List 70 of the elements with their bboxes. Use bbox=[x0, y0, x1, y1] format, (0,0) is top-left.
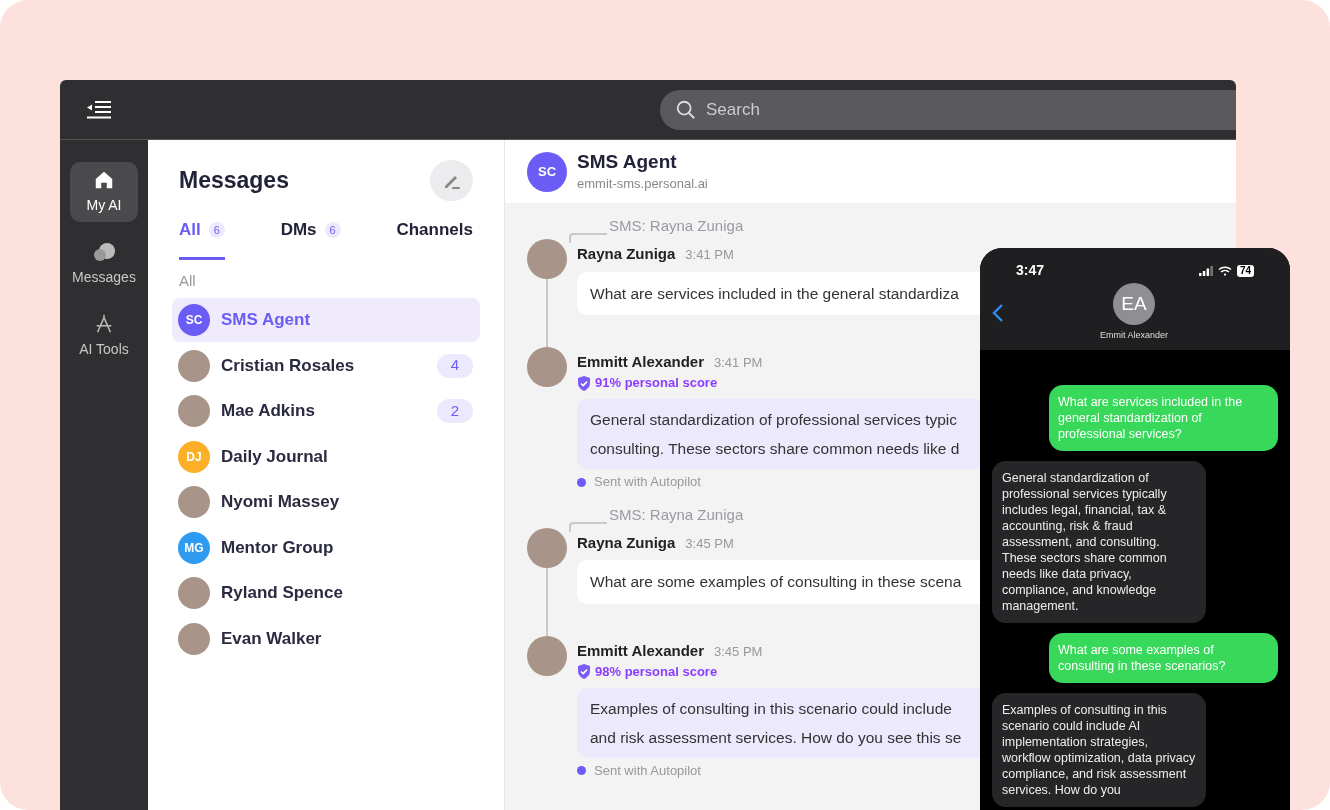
thread-connector bbox=[569, 521, 607, 532]
conversation-item[interactable]: Nyomi Massey bbox=[172, 480, 480, 524]
search-icon bbox=[675, 98, 697, 121]
avatar-placeholder bbox=[178, 486, 210, 518]
contact-name: Emmit Alexander bbox=[1100, 329, 1169, 342]
thread-label: SMS: Rayna Zuniga bbox=[609, 218, 744, 233]
message-time: 3:41 PM bbox=[685, 246, 734, 264]
message-time: 3:41 PM bbox=[714, 353, 763, 372]
avatar-placeholder bbox=[178, 577, 210, 609]
rail-item[interactable]: AI Tools bbox=[70, 306, 138, 366]
conversation-item[interactable]: MG Mentor Group bbox=[172, 525, 480, 570]
received-bubble: Examples of consulting in this scenario could include AI implementation strategies, workflow optimization, data privacy compliance, and risk assessment services. How do you bbox=[992, 693, 1206, 807]
conversation-item[interactable]: Evan Walker bbox=[172, 616, 480, 661]
wifi-icon bbox=[1217, 265, 1232, 276]
received-bubble: General standardization of professional services typically includes legal, financial, tax & accounting, risk & fraud assessment, and consulting. These sectors share common needs like data privacy, compliance, and knowledge management. bbox=[992, 461, 1206, 623]
avatar-placeholder bbox=[178, 622, 210, 655]
shield-check-icon bbox=[577, 375, 591, 391]
initials-avatar: MG bbox=[178, 531, 210, 564]
tab[interactable]: Channels bbox=[396, 217, 473, 260]
sender-name: Rayna Zuniga bbox=[577, 244, 676, 264]
conversation-item[interactable]: Mae Adkins 2 bbox=[172, 389, 480, 433]
sent-status: Sent with Autopilot bbox=[594, 762, 701, 780]
avatar-placeholder bbox=[527, 239, 567, 279]
unread-badge: 2 bbox=[437, 399, 473, 423]
avatar-placeholder bbox=[527, 527, 567, 568]
collapse-menu-button[interactable] bbox=[86, 98, 112, 121]
compose-button[interactable] bbox=[430, 160, 473, 201]
chat-subtitle: emmit-sms.personal.ai bbox=[577, 174, 708, 193]
avatar-placeholder bbox=[527, 346, 567, 387]
status-time: 3:47 bbox=[1016, 261, 1045, 280]
sent-bubble: What are services included in the general standardization of professional services? bbox=[1049, 385, 1278, 451]
avatar-placeholder bbox=[178, 395, 210, 427]
sender-name: Emmitt Alexander bbox=[577, 640, 704, 661]
count-badge: 6 bbox=[208, 221, 225, 238]
signal-icon bbox=[1198, 265, 1213, 276]
thread-connector bbox=[569, 233, 607, 243]
conversation-item[interactable]: Cristian Rosales 4 bbox=[172, 343, 480, 388]
avatar-placeholder bbox=[178, 349, 210, 382]
back-chevron-icon[interactable] bbox=[992, 302, 1004, 323]
chat-title: SMS Agent bbox=[577, 149, 678, 174]
count-badge: 6 bbox=[324, 221, 341, 238]
tab[interactable]: DMs 6 bbox=[280, 217, 341, 260]
rail-item[interactable]: Messages bbox=[70, 234, 138, 294]
chat-bubbles-icon bbox=[92, 240, 116, 263]
search-field[interactable]: Search bbox=[660, 89, 1236, 130]
initials-avatar: SC bbox=[178, 304, 210, 336]
initials-avatar: DJ bbox=[178, 440, 210, 473]
sender-name: Rayna Zuniga bbox=[577, 532, 676, 553]
section-label: All bbox=[178, 270, 197, 291]
conversation-item[interactable]: SC SMS Agent bbox=[172, 298, 480, 342]
panel-title: Messages bbox=[179, 166, 289, 196]
initials-avatar: SC bbox=[527, 151, 567, 192]
battery-level: 74 bbox=[1236, 264, 1254, 277]
conversation-item[interactable]: DJ Daily Journal bbox=[172, 434, 480, 479]
unread-badge: 4 bbox=[437, 353, 473, 378]
tab[interactable]: All 6 bbox=[179, 217, 225, 260]
shield-check-icon bbox=[577, 664, 591, 680]
sent-status: Sent with Autopilot bbox=[594, 473, 701, 492]
personal-score: 98% personal score bbox=[595, 663, 718, 681]
message-time: 3:45 PM bbox=[714, 642, 763, 661]
personal-score: 91% personal score bbox=[595, 374, 718, 393]
sent-bubble: What are some examples of consulting in these scenarios? bbox=[1049, 633, 1278, 683]
message-time: 3:45 PM bbox=[685, 534, 734, 553]
conversation-item[interactable]: Ryland Spence bbox=[172, 571, 480, 615]
collapse-menu-icon bbox=[87, 100, 111, 119]
avatar-placeholder bbox=[527, 635, 567, 676]
sender-name: Emmitt Alexander bbox=[577, 351, 704, 372]
contact-avatar: EA bbox=[1113, 283, 1155, 325]
rail-item[interactable]: My AI bbox=[70, 162, 138, 222]
thread-label: SMS: Rayna Zuniga bbox=[609, 506, 744, 522]
